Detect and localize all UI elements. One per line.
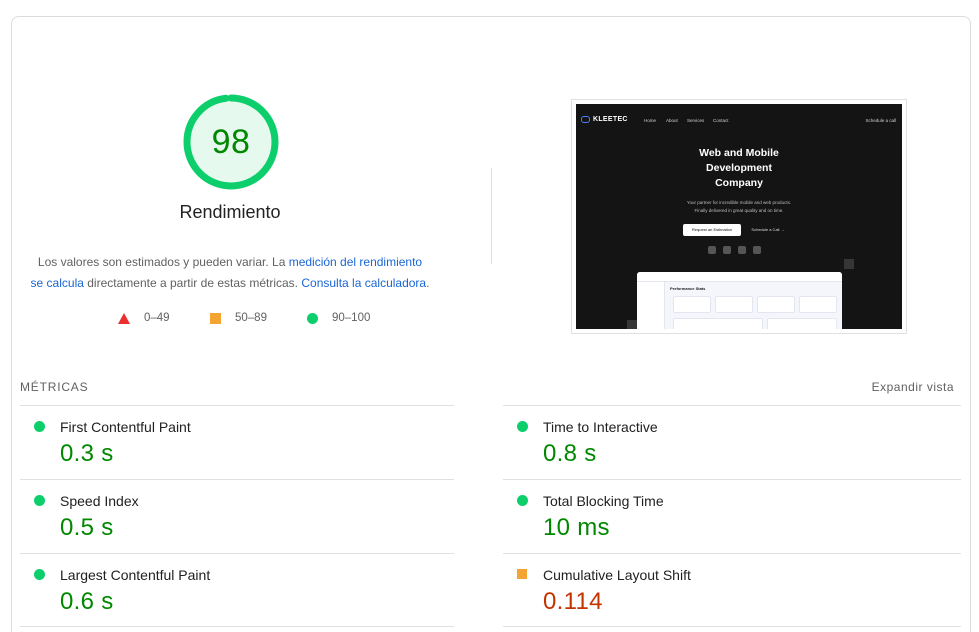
nav-services: Services xyxy=(687,118,705,123)
dashboard-kpi xyxy=(799,296,837,313)
gauge-title: Rendimiento xyxy=(179,202,281,222)
metric-cls: Cumulative Layout Shift 0.114 xyxy=(503,553,961,627)
sub-line: Finally delivered in great quality and o… xyxy=(694,208,784,213)
metric-label: Time to Interactive xyxy=(543,419,658,435)
pass-circle-icon xyxy=(307,312,318,324)
dashboard-sidebar xyxy=(637,282,665,329)
dashboard-kpi xyxy=(757,296,795,313)
logo-text: KLEETEC xyxy=(593,116,628,123)
pass-circle-icon xyxy=(517,421,528,432)
metric-fcp: First Contentful Paint 0.3 s xyxy=(20,405,454,479)
screenshot-page: KLEETEC Home About Services Contact Sche… xyxy=(576,104,902,329)
legend-label: 50–89 xyxy=(235,312,267,324)
metric-lcp: Largest Contentful Paint 0.6 s xyxy=(20,553,454,627)
metric-label: Cumulative Layout Shift xyxy=(543,567,691,583)
screenshot-secondary-button: Schedule a Call → xyxy=(751,227,785,232)
legend-label: 0–49 xyxy=(144,312,170,324)
legend-average: 50–89 xyxy=(210,312,267,324)
screenshot-primary-button: Request an Estimation xyxy=(683,224,741,236)
metric-tti: Time to Interactive 0.8 s xyxy=(503,405,961,479)
calculator-link[interactable]: Consulta la calculadora xyxy=(301,276,426,290)
dashboard-panel xyxy=(767,318,837,329)
metric-value: 0.6 s xyxy=(60,588,114,615)
metric-speed-index: Speed Index 0.5 s xyxy=(20,479,454,553)
metric-value: 0.114 xyxy=(543,588,603,615)
tech-icon xyxy=(708,246,716,254)
metric-label: Total Blocking Time xyxy=(543,493,664,509)
average-square-icon xyxy=(517,569,527,579)
screenshot-nav: KLEETEC Home About Services Contact Sche… xyxy=(581,116,896,127)
pass-circle-icon xyxy=(34,569,45,580)
metrics-title: MÉTRICAS xyxy=(20,380,89,394)
metric-label: Speed Index xyxy=(60,493,139,509)
pass-circle-icon xyxy=(34,421,45,432)
dashboard-title: Performance Stats xyxy=(670,286,706,291)
dashboard-panel xyxy=(673,318,763,329)
screenshot-subtitle: Your partner for incredible mobile and w… xyxy=(576,199,902,215)
hero-line: Development xyxy=(706,162,772,174)
metric-label: Largest Contentful Paint xyxy=(60,567,211,583)
metric-value: 0.3 s xyxy=(60,440,114,467)
gauge-score: 98 xyxy=(211,123,251,161)
metrics-column-right: Time to Interactive 0.8 s Total Blocking… xyxy=(503,405,961,627)
row-divider xyxy=(503,626,961,627)
dashboard-topbar xyxy=(637,272,842,282)
screenshot-dashboard: Performance Stats xyxy=(637,272,842,329)
tech-icon xyxy=(753,246,761,254)
screenshot-hero: Web and Mobile Development Company xyxy=(576,146,902,191)
metric-value: 0.5 s xyxy=(60,514,114,541)
metric-tbt: Total Blocking Time 10 ms xyxy=(503,479,961,553)
metrics-column-left: First Contentful Paint 0.3 s Speed Index… xyxy=(20,405,454,627)
legend-label: 90–100 xyxy=(332,312,371,324)
nav-home: Home xyxy=(644,118,657,123)
performance-gauge: 98 xyxy=(181,92,281,192)
tech-icon xyxy=(723,246,731,254)
expand-view-toggle[interactable]: Expandir vista xyxy=(872,380,954,394)
legend-pass: 90–100 xyxy=(307,312,370,324)
pass-circle-icon xyxy=(34,495,45,506)
dot-pattern xyxy=(627,320,637,329)
final-screenshot[interactable]: KLEETEC Home About Services Contact Sche… xyxy=(571,99,907,334)
pass-circle-icon xyxy=(517,495,528,506)
legend-fail: 0–49 xyxy=(118,312,170,324)
row-divider xyxy=(20,626,454,627)
metrics-header: MÉTRICAS Expandir vista xyxy=(20,380,954,394)
dashboard-kpi xyxy=(715,296,753,313)
hero-line: Web and Mobile xyxy=(699,147,779,159)
nav-contact: Contact xyxy=(713,118,729,123)
logo-icon xyxy=(581,116,590,123)
tech-icon xyxy=(738,246,746,254)
metric-value: 0.8 s xyxy=(543,440,597,467)
desc-text-2: directamente a partir de estas métricas. xyxy=(83,276,302,290)
fail-triangle-icon xyxy=(118,312,130,324)
tech-icons xyxy=(708,246,761,254)
metric-label: First Contentful Paint xyxy=(60,419,191,435)
nav-about: About xyxy=(666,118,678,123)
gauge-description: Los valores son estimados y pueden varia… xyxy=(30,252,430,294)
hero-line: Company xyxy=(715,177,763,189)
nav-call: Schedule a call xyxy=(865,118,896,123)
average-square-icon xyxy=(210,312,221,324)
section-divider xyxy=(491,168,492,264)
desc-text-3: . xyxy=(426,276,430,290)
dot-pattern xyxy=(844,259,854,269)
metric-value: 10 ms xyxy=(543,514,610,541)
dashboard-kpi xyxy=(673,296,711,313)
sub-line: Your partner for incredible mobile and w… xyxy=(686,200,792,205)
desc-text-1: Los valores son estimados y pueden varia… xyxy=(37,255,289,269)
